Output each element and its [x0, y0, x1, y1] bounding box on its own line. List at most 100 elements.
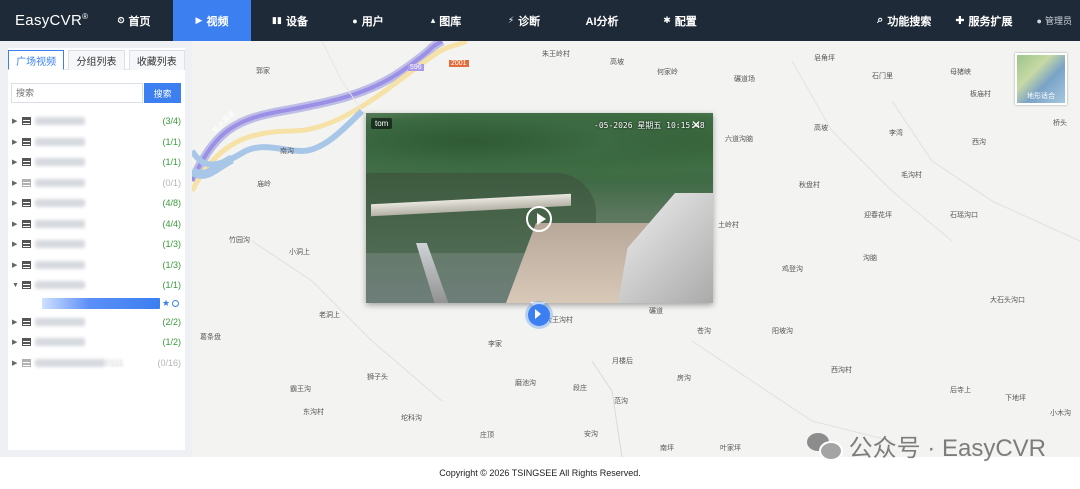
tree-node-expanded[interactable]: ▼ (1/1) [12, 275, 181, 296]
play-circle-icon: ▶ [195, 15, 203, 25]
tree-node[interactable]: ▶ (4/8) [12, 193, 181, 214]
nav-item-home[interactable]: ⏲ 首页 [95, 0, 173, 41]
nav-item-user[interactable]: ● 用户 [329, 0, 407, 41]
tree-node[interactable]: ▶ (1/1) [12, 152, 181, 173]
map-label: 葛条盘 [200, 334, 221, 341]
nav-item-ai[interactable]: AI分析 [563, 0, 641, 41]
map-label: 苍沟 [697, 328, 711, 335]
tab-group-list[interactable]: 分组列表 [68, 50, 125, 70]
tree-node[interactable]: ▶ (1/3) [12, 234, 181, 255]
node-count: (1/1) [162, 136, 181, 147]
map-label: 磨池沟 [515, 380, 536, 387]
tree-node[interactable]: ▶ (3/4) [12, 111, 181, 132]
node-name-redacted [35, 317, 85, 326]
map-label: 毛沟村 [901, 172, 922, 179]
close-icon[interactable]: ✕ [691, 118, 701, 132]
tree-node[interactable]: ▶ (1/3) [12, 255, 181, 276]
nav-label-video: 视频 [206, 15, 229, 28]
service-extension-button[interactable]: ✚ 服务扩展 [955, 13, 1012, 29]
map-label: 皂角坪 [814, 55, 835, 62]
function-search-button[interactable]: ⌕ 功能搜索 [877, 13, 931, 29]
server-icon [22, 338, 31, 347]
node-name-redacted [35, 260, 85, 269]
caret-right-icon[interactable]: ▶ [12, 261, 22, 269]
node-name-redacted [35, 281, 85, 290]
user-name: 管理员 [1044, 16, 1072, 26]
service-extension-label: 服务扩展 [968, 15, 1013, 28]
server-icon [22, 219, 31, 228]
caret-right-icon[interactable]: ▶ [12, 179, 22, 187]
tree-node[interactable]: ▶ 0111 (0/16) [12, 353, 181, 374]
video-player[interactable]: tom -05-2026 星期五 10:15:48 ✕ [366, 113, 713, 303]
star-icon[interactable]: ★ [162, 298, 170, 309]
map-label: 六道沟脑 [725, 136, 753, 143]
map-label: 秋盘村 [799, 182, 820, 189]
map-label: 月楼后 [612, 358, 633, 365]
search-button[interactable]: 搜索 [144, 83, 181, 103]
tab-favorite-list[interactable]: 收藏列表 [128, 50, 185, 70]
gear-icon: ✱ [663, 15, 671, 25]
tree-node[interactable]: ▶ (4/4) [12, 214, 181, 235]
map-label: 范沟 [614, 398, 628, 405]
node-name-redacted [35, 199, 85, 208]
node-name-redacted [35, 178, 85, 187]
map-label: 石瑶沟口 [950, 212, 978, 219]
map-label: 后寺上 [950, 387, 971, 394]
node-name-redacted [35, 158, 85, 167]
node-count: (3/4) [162, 116, 181, 127]
server-icon [22, 240, 31, 249]
map-label: 碾道 [649, 308, 663, 315]
caret-down-icon[interactable]: ▼ [12, 282, 22, 289]
brand-logo[interactable]: EasyCVR® [0, 12, 95, 29]
panel-tabs: 广场视频 分组列表 收藏列表 [8, 48, 185, 70]
nav-item-video[interactable]: ▶ 视频 [173, 0, 251, 41]
caret-right-icon[interactable]: ▶ [12, 117, 22, 125]
map-label: 朱王岭村 [542, 51, 570, 58]
map-label: 板庙村 [970, 91, 991, 98]
function-search-label: 功能搜索 [887, 15, 932, 28]
node-name-redacted [35, 219, 85, 228]
caret-right-icon[interactable]: ▶ [12, 359, 22, 367]
channel-item-selected[interactable]: ★ [12, 296, 181, 312]
search-input[interactable] [11, 83, 144, 103]
tree-node[interactable]: ▶ (1/1) [12, 132, 181, 153]
watermark: 公众号 · EasyCVR [806, 428, 1046, 463]
map-layer-toggle[interactable]: 地形适合 [1015, 53, 1067, 105]
camera-marker-icon[interactable] [528, 304, 550, 326]
play-button[interactable] [526, 206, 552, 232]
node-name-redacted [35, 338, 85, 347]
locate-icon[interactable] [172, 300, 180, 307]
tab-square-video[interactable]: 广场视频 [8, 50, 65, 70]
caret-right-icon[interactable]: ▶ [12, 220, 22, 228]
road-shield: 2001 [449, 60, 469, 67]
user-menu[interactable]: ● 管理员 [1037, 14, 1072, 27]
caret-right-icon[interactable]: ▶ [12, 338, 22, 346]
brand-name: EasyCVR [15, 12, 83, 29]
map-label: 坨科沟 [401, 415, 422, 422]
map-label: 母猪峡 [950, 69, 971, 76]
nav-item-diagnose[interactable]: ⚡ 诊断 [485, 0, 563, 41]
map-label: 土岭村 [718, 222, 739, 229]
node-name-suffix: 0111 [105, 357, 124, 368]
caret-right-icon[interactable]: ▶ [12, 240, 22, 248]
nav-label-diagnose: 诊断 [518, 15, 541, 28]
caret-right-icon[interactable]: ▶ [12, 158, 22, 166]
tree-node[interactable]: ▶ (1/2) [12, 332, 181, 353]
gallery-icon: ▴ [430, 15, 436, 25]
nav-item-device[interactable]: ▮▮ 设备 [251, 0, 329, 41]
nav-item-config[interactable]: ✱ 配置 [641, 0, 719, 41]
tree-node[interactable]: ▶ (2/2) [12, 312, 181, 333]
tree-node[interactable]: ▶ (0/1) [12, 173, 181, 194]
nav-item-gallery[interactable]: ▴ 图库 [407, 0, 485, 41]
map-label: 沟脑 [863, 255, 877, 262]
node-count: (0/1) [162, 177, 181, 188]
channel-name-redacted [42, 298, 160, 309]
caret-right-icon[interactable]: ▶ [12, 318, 22, 326]
diagnose-icon: ⚡ [507, 15, 515, 25]
server-icon [22, 281, 31, 290]
caret-right-icon[interactable]: ▶ [12, 138, 22, 146]
node-name-redacted [35, 137, 85, 146]
caret-right-icon[interactable]: ▶ [12, 199, 22, 207]
map-label: 迎春花坪 [864, 212, 892, 219]
map-label: 段庄 [573, 385, 587, 392]
